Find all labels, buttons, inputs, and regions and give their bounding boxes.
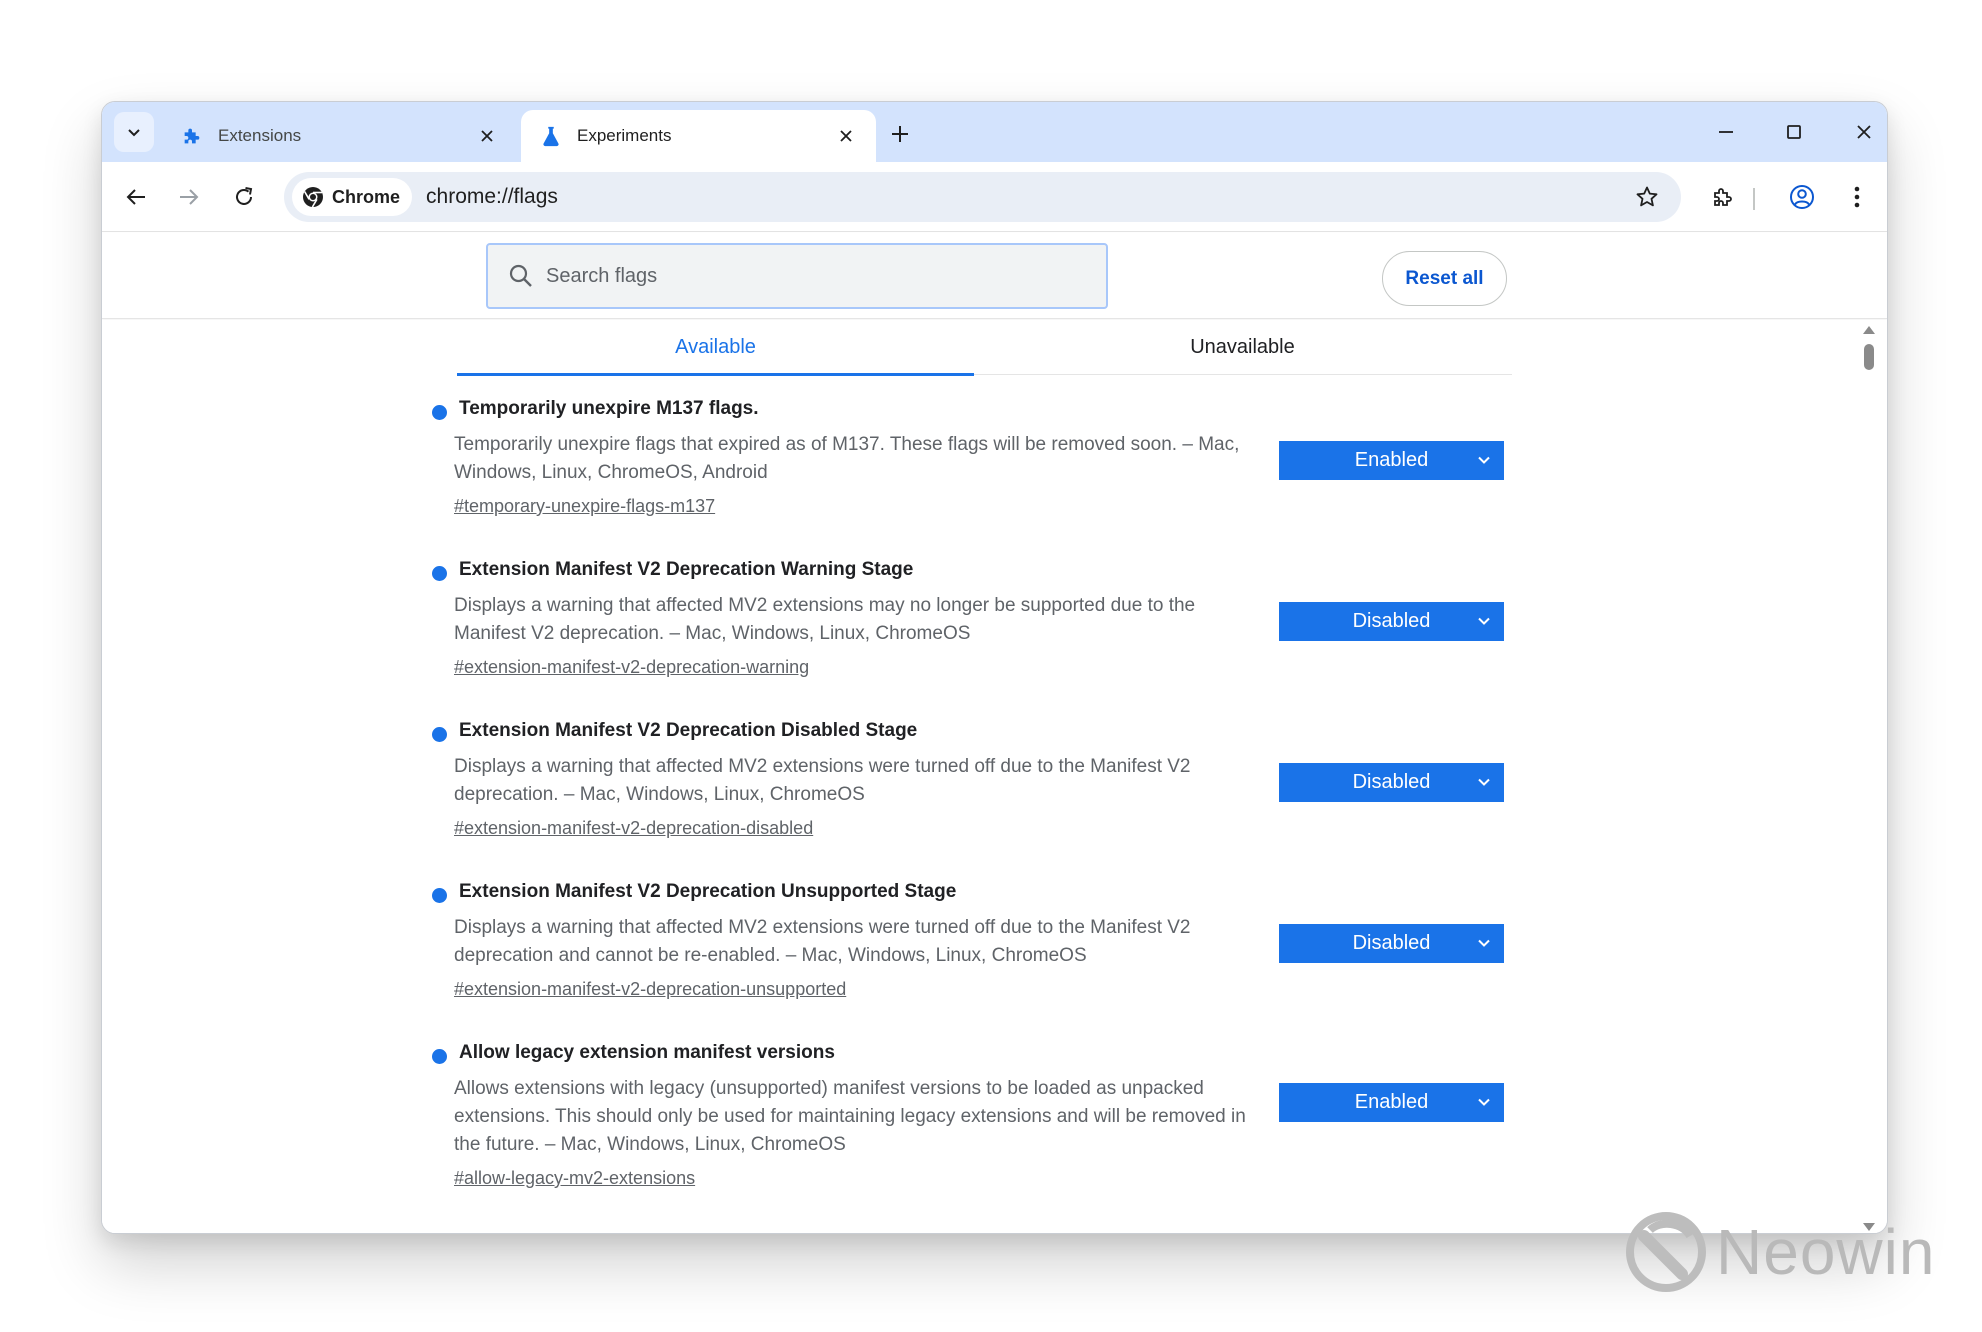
- new-tab-button[interactable]: [882, 116, 918, 152]
- browser-window: Extensions Experiments Chrome chrome://f…: [101, 101, 1888, 1234]
- star-icon: [1636, 186, 1658, 207]
- arrow-left-icon: [126, 189, 145, 205]
- tab-available[interactable]: Available: [457, 320, 974, 376]
- search-icon: [506, 261, 536, 291]
- flag-item: Extension Manifest V2 Deprecation Unsupp…: [432, 881, 1512, 1001]
- chip-label: Chrome: [332, 186, 401, 207]
- flags-header: Reset all: [102, 233, 1887, 319]
- tab-strip: Extensions Experiments: [102, 102, 1887, 162]
- arrow-right-icon: [180, 189, 199, 205]
- puzzle-icon: [180, 124, 204, 148]
- watermark-text: Neowin: [1716, 1216, 1936, 1288]
- status-dot: [432, 566, 447, 581]
- chevron-down-icon: [1478, 1098, 1490, 1106]
- reload-icon: [236, 187, 253, 205]
- tab-experiments[interactable]: Experiments: [521, 110, 876, 162]
- flag-name: Extension Manifest V2 Deprecation Disabl…: [459, 720, 918, 741]
- tab-title: Experiments: [577, 126, 672, 145]
- back-button[interactable]: [116, 177, 156, 217]
- scroll-up-arrow[interactable]: [1863, 326, 1875, 334]
- chevron-down-icon: [1478, 456, 1490, 464]
- flag-select-value: Enabled: [1354, 1091, 1429, 1113]
- flag-item: Temporarily unexpire M137 flags. Tempora…: [432, 398, 1512, 518]
- flag-link[interactable]: #extension-manifest-v2-deprecation-warni…: [454, 657, 809, 678]
- account-icon: [1790, 185, 1814, 209]
- status-dot: [432, 1049, 447, 1064]
- tab-unavailable[interactable]: Unavailable: [984, 320, 1501, 375]
- flag-name: Extension Manifest V2 Deprecation Unsupp…: [459, 881, 957, 902]
- flag-select-value: Disabled: [1352, 610, 1431, 632]
- menu-button[interactable]: [1837, 177, 1877, 217]
- flag-select[interactable]: Disabled: [1279, 924, 1504, 963]
- chevron-down-icon: [1478, 617, 1490, 625]
- search-box[interactable]: [486, 243, 1108, 309]
- chevron-down-icon: [1478, 939, 1490, 947]
- flag-item: Extension Manifest V2 Deprecation Disabl…: [432, 720, 1512, 840]
- flag-select[interactable]: Enabled: [1279, 441, 1504, 480]
- flag-select-value: Disabled: [1352, 932, 1431, 954]
- tab-title: Extensions: [218, 126, 302, 145]
- flags-tabs: Available Unavailable: [457, 320, 1512, 376]
- status-dot: [432, 888, 447, 903]
- close-icon[interactable]: [475, 124, 499, 148]
- toolbar-separator: [1753, 188, 1755, 210]
- flag-name: Extension Manifest V2 Deprecation Warnin…: [459, 559, 914, 580]
- close-icon[interactable]: [834, 124, 858, 148]
- flask-icon: [539, 124, 563, 148]
- flag-description: Temporarily unexpire flags that expired …: [454, 434, 1240, 483]
- reload-button[interactable]: [224, 177, 264, 217]
- bookmark-star-button[interactable]: [1627, 177, 1667, 217]
- flag-link[interactable]: #extension-manifest-v2-deprecation-disab…: [454, 818, 813, 839]
- more-vert-icon: [1854, 186, 1860, 208]
- minimize-icon: [1719, 131, 1733, 133]
- flag-select[interactable]: Disabled: [1279, 602, 1504, 641]
- plus-icon: [892, 126, 908, 142]
- chevron-down-icon: [128, 129, 140, 137]
- toolbar: Chrome chrome://flags: [102, 162, 1887, 232]
- forward-button[interactable]: [169, 177, 209, 217]
- close-icon: [1857, 125, 1871, 139]
- chrome-logo-icon: [303, 187, 323, 208]
- maximize-button[interactable]: [1770, 112, 1818, 152]
- flag-name: Allow legacy extension manifest versions: [459, 1042, 835, 1063]
- flag-select-value: Enabled: [1354, 449, 1429, 471]
- reset-all-button[interactable]: Reset all: [1382, 251, 1507, 306]
- minimize-button[interactable]: [1702, 112, 1750, 152]
- site-info-chip[interactable]: Chrome: [292, 178, 413, 216]
- flag-description: Displays a warning that affected MV2 ext…: [454, 917, 1191, 966]
- search-input[interactable]: [546, 264, 1066, 288]
- status-dot: [432, 727, 447, 742]
- extensions-button[interactable]: [1703, 177, 1743, 217]
- omnibox[interactable]: Chrome chrome://flags: [284, 172, 1681, 222]
- flag-link[interactable]: #allow-legacy-mv2-extensions: [454, 1168, 695, 1189]
- flag-description: Displays a warning that affected MV2 ext…: [454, 595, 1196, 644]
- flag-select[interactable]: Enabled: [1279, 1083, 1504, 1122]
- neowin-logo-icon: [1626, 1212, 1706, 1292]
- flag-item: Extension Manifest V2 Deprecation Warnin…: [432, 559, 1512, 679]
- flag-name: Temporarily unexpire M137 flags.: [459, 398, 759, 419]
- scrollbar-thumb[interactable]: [1864, 344, 1874, 370]
- url-text: chrome://flags: [426, 185, 558, 208]
- window-close-button[interactable]: [1840, 112, 1887, 152]
- tab-search-button[interactable]: [114, 112, 154, 152]
- flag-item: Allow legacy extension manifest versions…: [432, 1042, 1512, 1192]
- flag-select-value: Disabled: [1352, 771, 1431, 793]
- tab-extensions[interactable]: Extensions: [162, 110, 517, 162]
- flag-select[interactable]: Disabled: [1279, 763, 1504, 802]
- chevron-down-icon: [1478, 778, 1490, 786]
- maximize-icon: [1787, 125, 1801, 139]
- puzzle-icon: [1714, 188, 1732, 206]
- neowin-watermark: Neowin: [1626, 1212, 1935, 1292]
- flag-link[interactable]: #temporary-unexpire-flags-m137: [454, 496, 715, 517]
- flag-link[interactable]: #extension-manifest-v2-deprecation-unsup…: [454, 979, 846, 1000]
- status-dot: [432, 405, 447, 420]
- flags-content: Available Unavailable Temporarily unexpi…: [102, 320, 1887, 1233]
- flag-description: Displays a warning that affected MV2 ext…: [454, 756, 1191, 805]
- profile-button[interactable]: [1782, 177, 1822, 217]
- flag-description: Allows extensions with legacy (unsupport…: [454, 1078, 1246, 1155]
